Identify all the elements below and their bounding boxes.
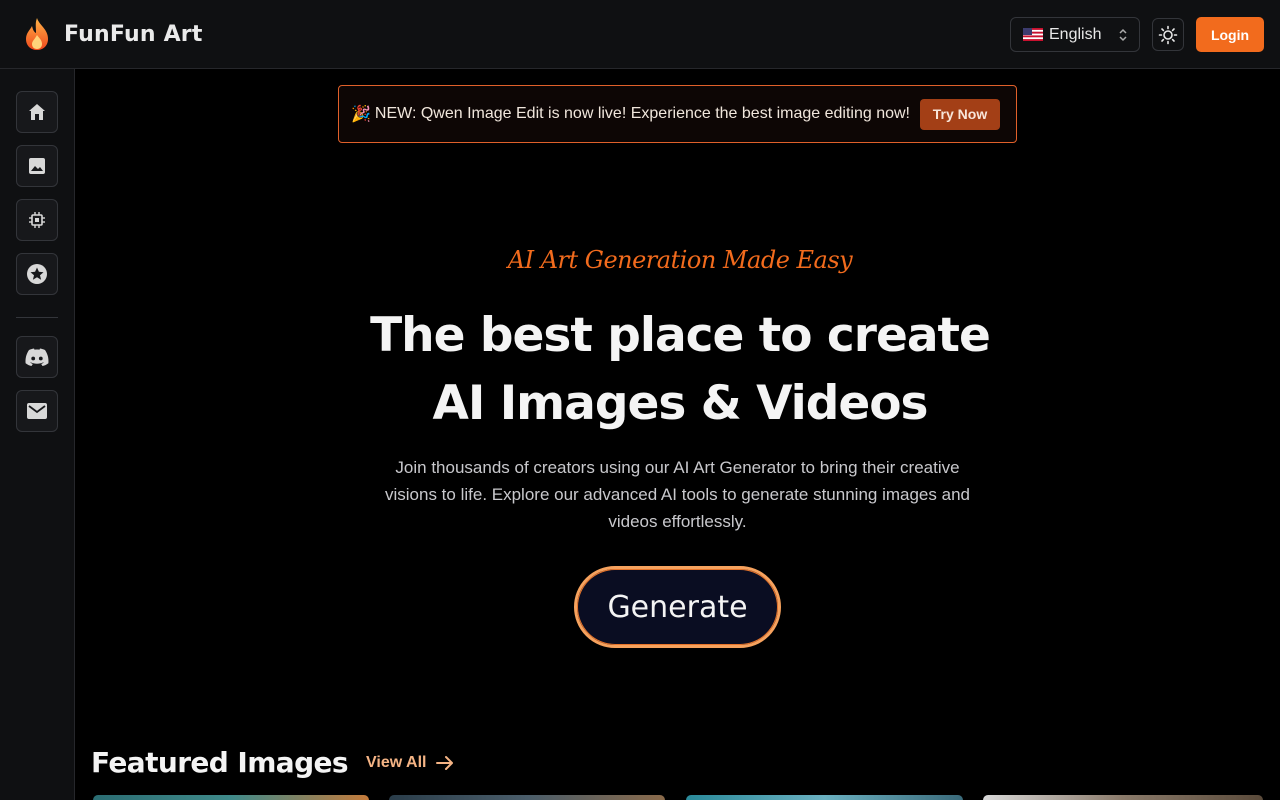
sidebar-item-mail[interactable] xyxy=(16,390,58,432)
top-bar: FunFun Art English Login xyxy=(0,0,1280,69)
featured-image-thumbnail[interactable] xyxy=(389,795,665,800)
sidebar-item-models[interactable] xyxy=(16,199,58,241)
featured-image-thumbnail[interactable] xyxy=(983,795,1263,800)
brand-name: FunFun Art xyxy=(64,21,203,47)
sidebar-item-discord[interactable] xyxy=(16,336,58,378)
hero-title: The best place to create AI Images & Vid… xyxy=(300,302,1060,438)
mail-icon xyxy=(27,403,47,419)
us-flag-icon xyxy=(1023,28,1043,41)
hero-title-line-1: The best place to create xyxy=(370,308,991,363)
featured-image-thumbnail[interactable] xyxy=(93,795,369,800)
view-all-label: View All xyxy=(366,754,427,771)
language-label: English xyxy=(1049,25,1102,43)
hero-tagline: AI Art Generation Made Easy xyxy=(507,246,853,274)
sidebar-item-favorites[interactable] xyxy=(16,253,58,295)
discord-icon xyxy=(25,348,49,366)
sidebar xyxy=(0,69,75,800)
try-now-button[interactable]: Try Now xyxy=(920,98,1000,130)
announcement-banner: 🎉 NEW: Qwen Image Edit is now live! Expe… xyxy=(338,85,1017,143)
sun-icon xyxy=(1158,25,1178,44)
announcement-text: NEW: Qwen Image Edit is now live! Experi… xyxy=(374,105,910,122)
hero-subtitle: Join thousands of creators using our AI … xyxy=(385,458,970,531)
featured-images-title: Featured Images xyxy=(91,746,349,779)
sidebar-divider xyxy=(16,317,58,318)
chevron-up-down-icon xyxy=(1119,28,1127,42)
star-icon xyxy=(27,264,47,284)
hero-title-line-2: AI Images & Videos xyxy=(432,376,928,431)
sidebar-item-images[interactable] xyxy=(16,145,58,187)
flame-logo-icon xyxy=(26,18,48,50)
chip-icon xyxy=(29,212,45,228)
language-select[interactable]: English xyxy=(1010,17,1140,52)
featured-image-thumbnail[interactable] xyxy=(686,795,963,800)
theme-toggle-button[interactable] xyxy=(1152,18,1184,51)
image-icon xyxy=(29,158,45,174)
home-icon xyxy=(29,104,45,120)
arrow-right-icon xyxy=(436,756,454,770)
login-button[interactable]: Login xyxy=(1196,17,1264,52)
view-all-link[interactable]: View All xyxy=(366,754,454,772)
sidebar-item-home[interactable] xyxy=(16,91,58,133)
party-popper-icon: 🎉 xyxy=(351,106,371,123)
brand[interactable]: FunFun Art xyxy=(22,17,203,51)
generate-button[interactable]: Generate xyxy=(574,566,781,648)
